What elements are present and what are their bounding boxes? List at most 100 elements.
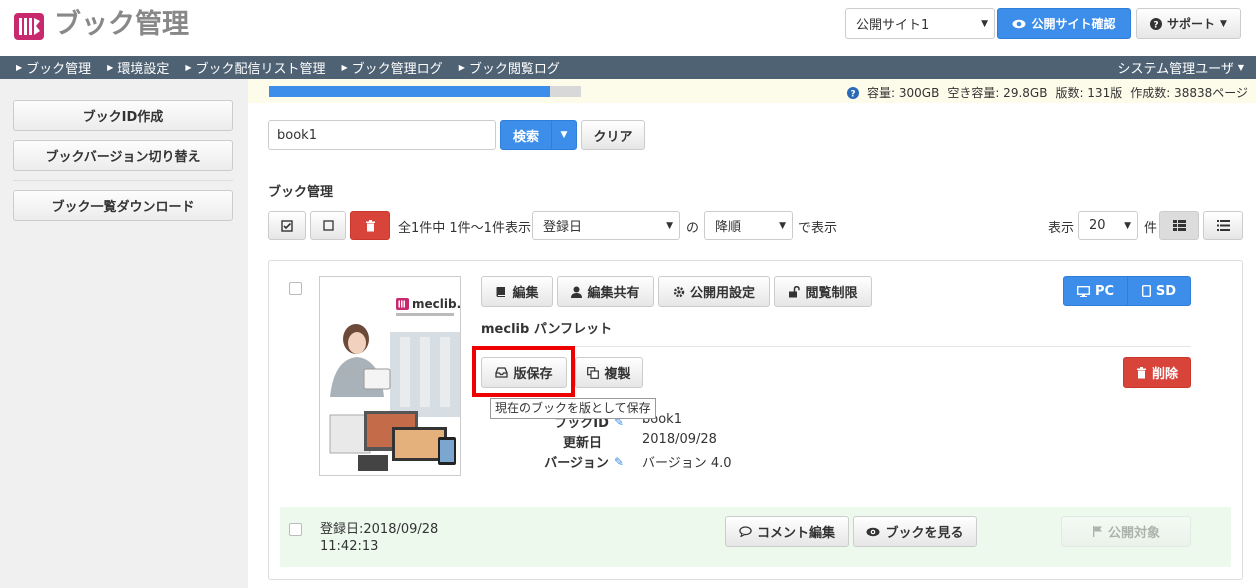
grid-view-button[interactable]	[1159, 211, 1199, 240]
capacity-text: 容量: 300GB	[867, 86, 940, 100]
thumb-list-icon	[1172, 220, 1186, 231]
search-button[interactable]: 検索	[500, 120, 552, 150]
sort-field-select[interactable]: 登録日 ▼	[532, 211, 680, 240]
create-book-id-button[interactable]: ブックID作成	[13, 100, 233, 131]
view-restrict-button[interactable]: 閲覧制限	[774, 276, 872, 307]
comment-icon	[739, 526, 752, 537]
sort-conj-label: の	[686, 221, 700, 236]
caret-right-icon: ▶	[185, 63, 192, 72]
per-page-select[interactable]: 20 ▼	[1078, 211, 1138, 240]
book-thumbnail[interactable]: meclib.	[319, 276, 461, 476]
chevron-down-icon: ▼	[1237, 63, 1244, 72]
trash-icon	[365, 219, 375, 231]
edit-button[interactable]: 編集	[481, 276, 553, 307]
save-edition-button[interactable]: 版保存	[481, 357, 567, 388]
download-list-button[interactable]: ブック一覧ダウンロード	[13, 190, 233, 221]
checkbox-empty-icon	[322, 220, 334, 231]
select-all-button[interactable]	[268, 211, 306, 240]
publish-target-button[interactable]: 公開対象	[1061, 516, 1191, 547]
site-select[interactable]: 公開サイト1 ▼	[845, 8, 995, 39]
duplicate-button[interactable]: 複製	[575, 357, 643, 388]
list-view-button[interactable]	[1203, 211, 1243, 240]
chevron-down-icon: ▼	[779, 220, 786, 231]
storage-progress	[269, 86, 581, 97]
chevron-down-icon: ▼	[1220, 18, 1227, 29]
book-checkbox[interactable]	[289, 282, 302, 295]
chevron-down-icon: ▼	[666, 220, 673, 231]
chevron-down-icon: ▼	[560, 130, 568, 140]
thumb-image	[329, 324, 460, 471]
sidebar-divider	[13, 180, 233, 181]
svg-text:?: ?	[1153, 20, 1158, 30]
delete-button[interactable]: 削除	[1123, 357, 1191, 388]
desktop-icon	[1076, 285, 1090, 297]
nav-book-manage[interactable]: ▶ ブック管理	[16, 58, 91, 77]
free-text: 空き容量: 29.8GB	[947, 86, 1048, 100]
pc-button[interactable]: PC	[1063, 276, 1128, 306]
comment-edit-button[interactable]: コメント編集	[725, 516, 849, 547]
gear-icon	[673, 286, 685, 297]
site-confirm-label: 公開サイト確認	[1031, 17, 1116, 31]
support-label: サポート	[1167, 17, 1216, 31]
search-input[interactable]	[268, 120, 496, 150]
pages-text: 作成数: 38838ページ	[1130, 86, 1248, 100]
footer-checkbox[interactable]	[289, 523, 302, 536]
sort-suffix-label: で表示	[798, 221, 838, 236]
version-label: バージョン ✎	[544, 454, 624, 472]
main-nav: ▶ ブック管理 ▶ 環境設定 ▶ ブック配信リスト管理 ▶ ブック管理ログ ▶ ブック閲覧…	[0, 56, 1256, 79]
book-title: meclib パンフレット	[481, 322, 613, 337]
question-icon: ?	[1150, 17, 1163, 30]
publish-settings-button[interactable]: 公開用設定	[658, 276, 770, 307]
storage-info: ? 容量: 300GB 空き容量: 29.8GB 版数: 131版 作成数: 3…	[847, 84, 1248, 101]
version-value: バージョン 4.0	[642, 456, 732, 471]
book-icon	[496, 286, 506, 297]
app-logo	[12, 9, 46, 43]
flag-icon	[1092, 526, 1102, 537]
title-divider	[481, 346, 1191, 347]
site-confirm-button[interactable]: 公開サイト確認	[997, 8, 1131, 39]
section-title: ブック管理	[268, 185, 334, 200]
chevron-down-icon: ▼	[1124, 220, 1131, 231]
per-page-label: 表示	[1048, 221, 1075, 236]
site-select-value: 公開サイト1	[856, 18, 930, 33]
view-book-button[interactable]: ブックを見る	[853, 516, 977, 547]
eye-icon	[866, 527, 880, 536]
list-icon	[1216, 220, 1230, 231]
support-button[interactable]: ? サポート ▼	[1136, 8, 1241, 39]
deselect-all-button[interactable]	[310, 211, 346, 240]
sidebar: ブックID作成 ブックバージョン切り替え ブック一覧ダウンロード	[0, 79, 248, 588]
copy-icon	[587, 366, 600, 379]
svg-text:?: ?	[850, 89, 855, 99]
nav-view-log[interactable]: ▶ ブック閲覧ログ	[459, 58, 560, 77]
search-options-dropdown[interactable]: ▼	[551, 120, 577, 150]
updated-label: 更新日	[562, 436, 602, 451]
edit-share-button[interactable]: 編集共有	[557, 276, 654, 307]
editions-text: 版数: 131版	[1055, 86, 1123, 100]
inbox-icon	[495, 367, 509, 378]
tablet-icon	[1141, 285, 1151, 297]
caret-right-icon: ▶	[458, 63, 465, 72]
pencil-icon[interactable]: ✎	[614, 455, 624, 469]
nav-distribution-list[interactable]: ▶ ブック配信リスト管理	[185, 58, 325, 77]
per-page-unit: 件	[1144, 221, 1158, 236]
sort-order-select[interactable]: 降順 ▼	[704, 211, 793, 240]
caret-right-icon: ▶	[16, 63, 23, 72]
bulk-delete-button[interactable]	[350, 211, 390, 240]
unlock-icon	[789, 285, 801, 297]
clear-button[interactable]: クリア	[581, 120, 645, 150]
user-menu[interactable]: システム管理ユーザ ▼	[1117, 58, 1244, 77]
checkbox-checked-icon	[281, 219, 293, 232]
chevron-down-icon: ▼	[981, 18, 988, 29]
page-title: ブック管理	[54, 9, 189, 40]
registered-time: 11:42:13	[320, 539, 379, 554]
storage-progress-fill	[269, 86, 550, 97]
registered-date: 登録日:2018/09/28	[320, 522, 439, 537]
caret-right-icon: ▶	[107, 63, 114, 72]
sd-button[interactable]: SD	[1127, 276, 1191, 306]
caret-right-icon: ▶	[341, 63, 348, 72]
nav-env-settings[interactable]: ▶ 環境設定	[107, 58, 169, 77]
logo-icon	[14, 13, 44, 40]
nav-manage-log[interactable]: ▶ ブック管理ログ	[342, 58, 443, 77]
switch-version-button[interactable]: ブックバージョン切り替え	[13, 140, 233, 171]
trash-icon	[1136, 366, 1146, 378]
